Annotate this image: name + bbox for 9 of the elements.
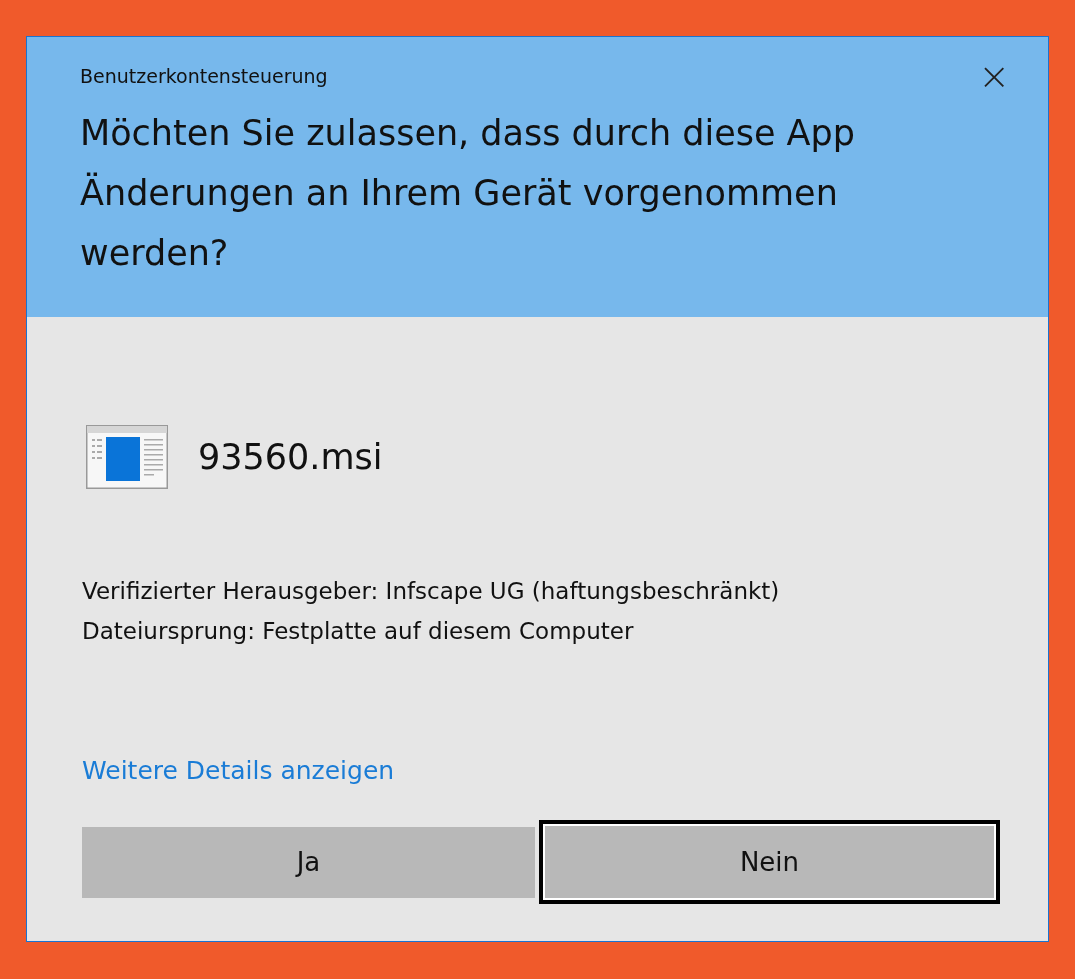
installer-window-icon bbox=[86, 425, 168, 489]
app-name: 93560.msi bbox=[198, 437, 383, 477]
dialog-button[interactable]: Nein bbox=[539, 820, 1000, 904]
dialog-button[interactable]: Ja bbox=[82, 826, 535, 898]
window-title: Benutzerkontensteuerung bbox=[80, 65, 328, 87]
detail-text: Verifizierter Herausgeber: Infscape UG (haftungsbeschränkt) bbox=[82, 577, 781, 606]
question-text: Möchten Sie zulassen, dass durch diese App Änderungen an Ihrem Gerät vorgenommen werden? bbox=[80, 112, 856, 275]
detail-text: Dateiursprung: Festplatte auf diesem Computer bbox=[82, 617, 635, 646]
close-button[interactable]: × bbox=[970, 57, 1018, 95]
